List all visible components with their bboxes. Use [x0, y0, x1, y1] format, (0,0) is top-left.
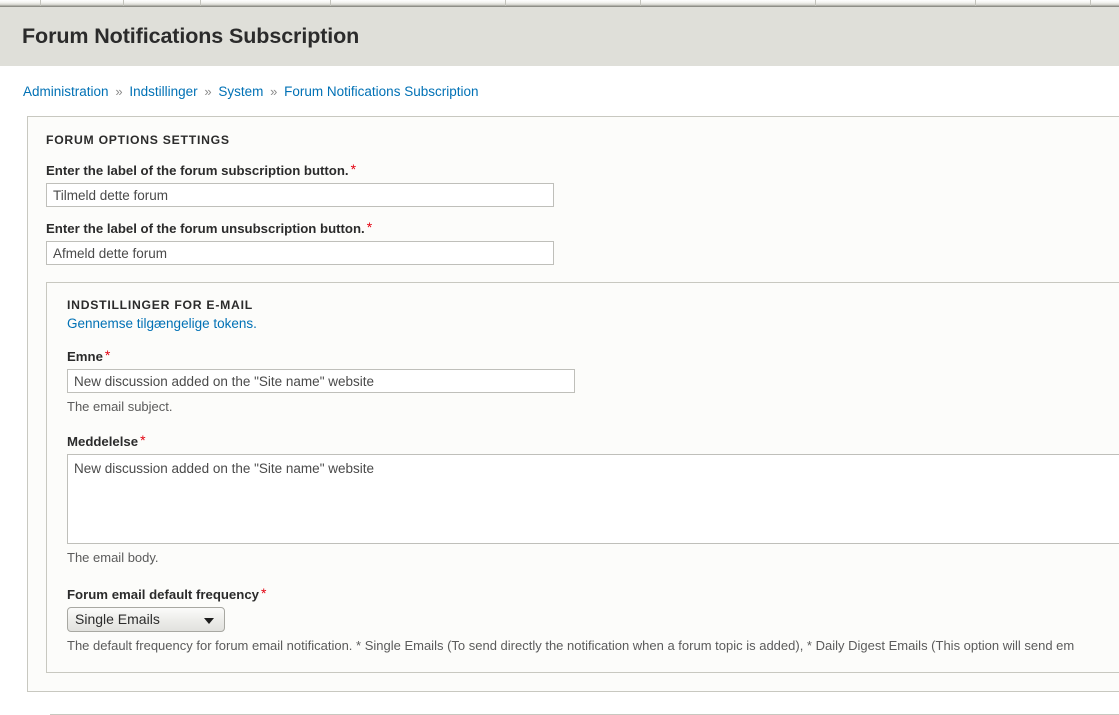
page-title: Forum Notifications Subscription	[22, 24, 359, 49]
page-title-bar: Forum Notifications Subscription	[0, 7, 1119, 66]
required-marker: *	[138, 432, 145, 448]
form-item-email-frequency: Forum email default frequency* Single Em…	[67, 585, 1119, 654]
toolbar-separator	[815, 0, 816, 6]
toolbar-separator	[330, 0, 331, 6]
breadcrumb: Administration » Indstillinger » System …	[0, 66, 1119, 101]
email-message-textarea[interactable]: New discussion added on the "Site name" …	[67, 454, 1119, 544]
email-frequency-select[interactable]: Single EmailsDaily Digest Emails	[67, 607, 225, 632]
unsubscription-button-input[interactable]	[46, 241, 554, 265]
email-subject-label: Emne*	[67, 347, 1119, 364]
toolbar-separator	[505, 0, 506, 6]
forum-options-settings-fieldset: Forum options settings Enter the label o…	[27, 116, 1119, 692]
email-subject-description: The email subject.	[67, 398, 1119, 415]
email-settings-legend: Indstillinger for e-mail	[67, 298, 1119, 312]
email-frequency-label: Forum email default frequency*	[67, 585, 1119, 602]
browse-available-tokens-link[interactable]: Gennemse tilgængelige tokens.	[67, 316, 1119, 331]
forum-notifications-settings-form: Forum options settings Enter the label o…	[25, 116, 1119, 692]
breadcrumb-link-indstillinger[interactable]: Indstillinger	[129, 84, 197, 99]
unsubscription-button-label: Enter the label of the forum unsubscript…	[46, 219, 1119, 236]
unsubscription-button-label-text: Enter the label of the forum unsubscript…	[46, 221, 365, 236]
email-frequency-label-text: Forum email default frequency	[67, 587, 259, 602]
breadcrumb-link-administration[interactable]: Administration	[23, 84, 109, 99]
breadcrumb-separator: »	[201, 84, 214, 99]
toolbar-separator	[40, 0, 41, 6]
breadcrumb-link-forum-notifications-subscription[interactable]: Forum Notifications Subscription	[284, 84, 478, 99]
email-subject-label-text: Emne	[67, 349, 103, 364]
subscription-button-input[interactable]	[46, 183, 554, 207]
email-frequency-description: The default frequency for forum email no…	[67, 637, 1119, 654]
admin-toolbar-strip[interactable]	[0, 0, 1119, 7]
required-marker: *	[365, 219, 372, 235]
toolbar-separator	[123, 0, 124, 6]
email-message-description: The email body.	[67, 549, 1119, 566]
required-marker: *	[349, 161, 356, 177]
subscription-button-label: Enter the label of the forum subscriptio…	[46, 161, 1119, 178]
toolbar-separator	[1090, 0, 1091, 6]
forum-options-settings-legend: Forum options settings	[46, 133, 1119, 147]
required-marker: *	[259, 585, 266, 601]
toolbar-separator	[200, 0, 201, 6]
form-item-email-message: Meddelelse* New discussion added on the …	[67, 432, 1119, 566]
email-settings-fieldset: Indstillinger for e-mail Gennemse tilgæn…	[46, 282, 1119, 673]
main-content: Forum options settings Enter the label o…	[0, 101, 1119, 715]
form-item-unsubscription-button-label: Enter the label of the forum unsubscript…	[46, 219, 1119, 265]
required-marker: *	[103, 347, 110, 363]
email-frequency-select-shell: Single EmailsDaily Digest Emails	[67, 607, 225, 632]
form-item-email-subject: Emne* The email subject.	[67, 347, 1119, 415]
form-item-subscription-button-label: Enter the label of the forum subscriptio…	[46, 161, 1119, 207]
subscription-button-label-text: Enter the label of the forum subscriptio…	[46, 163, 349, 178]
breadcrumb-separator: »	[112, 84, 125, 99]
email-message-label: Meddelelse*	[67, 432, 1119, 449]
toolbar-separator	[975, 0, 976, 6]
toolbar-separator	[640, 0, 641, 6]
email-subject-input[interactable]	[67, 369, 575, 393]
email-message-label-text: Meddelelse	[67, 434, 138, 449]
breadcrumb-link-system[interactable]: System	[218, 84, 263, 99]
breadcrumb-separator: »	[267, 84, 280, 99]
